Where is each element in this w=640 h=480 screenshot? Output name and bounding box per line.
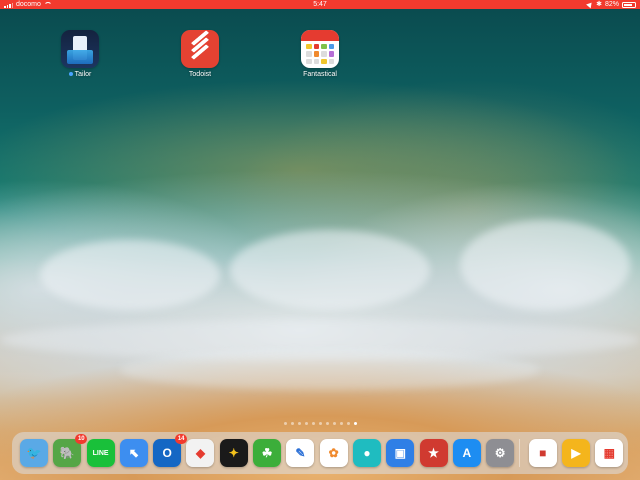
tes-icon[interactable]: ✦ bbox=[219, 439, 248, 467]
status-time: 5:47 bbox=[313, 1, 327, 8]
dock-app-files[interactable]: ▣ bbox=[386, 439, 415, 467]
app-label: Todoist bbox=[188, 71, 212, 78]
mask-icon[interactable]: ● bbox=[352, 439, 381, 467]
dock-app-evernote[interactable]: 🐘 10 bbox=[53, 434, 88, 467]
dock-app-safari[interactable]: ⬉ bbox=[119, 439, 148, 467]
dock-app-reader[interactable]: ■ bbox=[528, 439, 557, 467]
google-maps-icon[interactable]: ◆ bbox=[186, 439, 215, 467]
page-dot bbox=[297, 422, 301, 425]
tailor-icon[interactable] bbox=[61, 30, 99, 68]
page-dot bbox=[283, 422, 287, 425]
dock-app-fantastical[interactable]: ▦ bbox=[595, 439, 624, 467]
app-store-icon[interactable]: A bbox=[452, 439, 481, 467]
dock-app-google-maps[interactable]: ◆ bbox=[186, 439, 215, 467]
dock-divider bbox=[519, 439, 523, 467]
bluetooth-icon: ✱ bbox=[596, 1, 602, 8]
page-dot bbox=[353, 422, 357, 425]
page-dot bbox=[304, 422, 308, 425]
app-label-text: Tailor bbox=[74, 71, 92, 78]
wunderlist-icon[interactable]: ★ bbox=[419, 439, 448, 467]
page-dot bbox=[290, 422, 294, 425]
page-dot bbox=[346, 422, 350, 425]
page-dot bbox=[325, 422, 329, 425]
app-fantastical[interactable]: Fantastical bbox=[290, 30, 350, 78]
dock-app-settings[interactable]: ⚙ bbox=[486, 439, 515, 467]
fantastical-icon[interactable]: ▦ bbox=[595, 439, 624, 467]
app-tailor[interactable]: Tailor bbox=[50, 30, 110, 78]
notification-badge: 10 bbox=[75, 434, 88, 444]
notification-badge: 14 bbox=[175, 434, 188, 444]
app-todoist[interactable]: Todoist bbox=[170, 30, 230, 78]
keynote-icon[interactable]: ▶ bbox=[562, 439, 591, 467]
status-right: ✱ 82% bbox=[586, 0, 636, 9]
new-app-dot bbox=[68, 72, 73, 77]
dock-app-tes[interactable]: ✦ bbox=[219, 439, 248, 467]
dock-app-photos[interactable]: ✿ bbox=[319, 439, 348, 467]
reader-icon[interactable]: ■ bbox=[528, 439, 557, 467]
page-dot bbox=[332, 422, 336, 425]
leaf-icon[interactable]: ☘ bbox=[253, 439, 282, 467]
page-dot bbox=[339, 422, 343, 425]
dock-app-mask[interactable]: ● bbox=[352, 439, 381, 467]
dock-app-notes-pen[interactable]: ✎ bbox=[286, 439, 315, 467]
line-icon[interactable]: LINE bbox=[86, 439, 115, 467]
battery-percent: 82% bbox=[604, 1, 619, 8]
page-dot bbox=[318, 422, 322, 425]
dock-app-tweetbot[interactable]: 🐦 bbox=[20, 439, 48, 467]
dock-app-outlook[interactable]: O 14 bbox=[153, 434, 188, 467]
files-icon[interactable]: ▣ bbox=[386, 439, 415, 467]
page-dot bbox=[311, 422, 315, 425]
dock-app-app-store[interactable]: A bbox=[452, 439, 481, 467]
settings-icon[interactable]: ⚙ bbox=[486, 439, 515, 467]
dock-app-line[interactable]: LINE bbox=[86, 439, 115, 467]
page-indicator[interactable] bbox=[0, 422, 640, 425]
app-label: Fantastical bbox=[303, 71, 337, 78]
tweetbot-icon[interactable]: 🐦 bbox=[20, 439, 48, 467]
notes-pen-icon[interactable]: ✎ bbox=[286, 439, 315, 467]
battery-icon bbox=[622, 1, 636, 8]
dock-app-wunderlist[interactable]: ★ bbox=[419, 439, 448, 467]
fantastical-icon[interactable] bbox=[301, 30, 339, 68]
dock-app-leaf[interactable]: ☘ bbox=[253, 439, 282, 467]
dock: 🐦 🐘 10 LINE ⬉ O 14 ◆ ✦ ☘ ✎ ✿ ● ▣ ★ A ⚙ ■ ▶ ▦ bbox=[12, 432, 628, 474]
safari-icon[interactable]: ⬉ bbox=[119, 439, 148, 467]
battery-fill bbox=[624, 3, 633, 6]
location-arrow-icon bbox=[586, 0, 595, 9]
app-label: Tailor bbox=[50, 71, 110, 78]
todoist-icon[interactable] bbox=[181, 30, 219, 68]
photos-icon[interactable]: ✿ bbox=[319, 439, 348, 467]
dock-app-keynote[interactable]: ▶ bbox=[562, 439, 591, 467]
status-bar: docomo 5:47 ✱ 82% bbox=[0, 0, 640, 9]
